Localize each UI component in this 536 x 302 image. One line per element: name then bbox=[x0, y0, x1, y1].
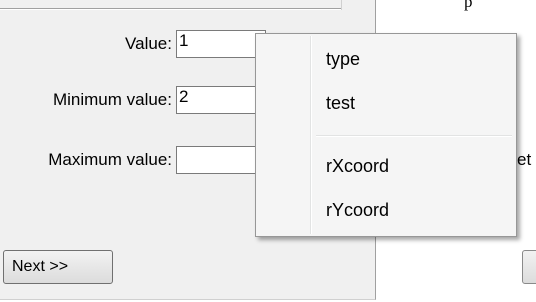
maximum-value-field[interactable] bbox=[176, 146, 266, 174]
next-button[interactable]: Next >> bbox=[3, 250, 113, 284]
minimum-value-label: Minimum value: bbox=[52, 90, 172, 109]
value-label: Value: bbox=[125, 34, 172, 53]
clipped-top-text: p bbox=[464, 0, 473, 11]
clipped-right-text: et bbox=[517, 150, 532, 169]
menu-item-rxcoord[interactable]: rXcoord bbox=[258, 147, 514, 185]
menu-item-type[interactable]: type bbox=[258, 40, 514, 78]
menu-item-test[interactable]: test bbox=[258, 84, 514, 122]
menu-item-rycoord[interactable]: rYcoord bbox=[258, 191, 514, 229]
clipped-right-button[interactable] bbox=[522, 250, 536, 284]
value-field[interactable]: 1 bbox=[176, 30, 266, 58]
context-menu: type test rXcoord rYcoord bbox=[255, 33, 517, 237]
top-divider-end bbox=[341, 0, 342, 10]
minimum-value-field[interactable]: 2 bbox=[176, 86, 266, 114]
top-divider bbox=[0, 8, 342, 10]
maximum-value-label: Maximum value: bbox=[48, 150, 172, 169]
menu-separator bbox=[316, 135, 512, 137]
